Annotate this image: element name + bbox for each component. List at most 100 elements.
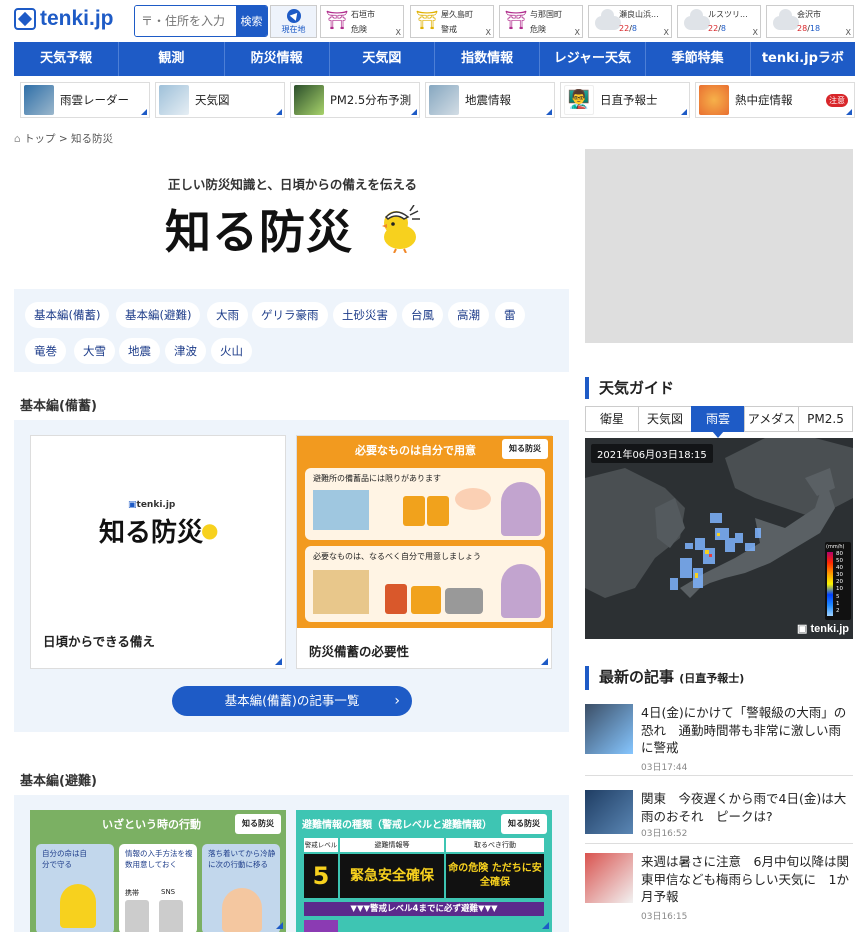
close-icon[interactable]: X [664,28,669,37]
close-icon[interactable]: X [846,28,851,37]
card-logo: 知る防災 [99,518,204,548]
close-icon[interactable]: X [396,28,401,37]
panel-info-sources: 情報の入手方法を複数用意しておく 携帯 SNS [119,844,197,932]
tab-rain-cloud[interactable]: 雨雲 [691,406,745,432]
article-date: 03日16:15 [641,912,688,922]
tag-heavy-snow[interactable]: 大雪 [74,338,115,364]
tag-volcano[interactable]: 火山 [211,338,252,364]
rain-radar-map[interactable]: 2021年06月03日18:15 (mm/h) 80 50 40 30 20 10 5 1 2 … [585,438,853,639]
subnav-weather-map[interactable]: 天気図 [155,82,285,118]
tab-weather-map[interactable]: 天気図 [638,406,692,432]
nav-season[interactable]: 季節特集 [646,42,751,76]
tag-storm-surge[interactable]: 高潮 [448,302,489,328]
tag-thunder[interactable]: 雷 [495,302,525,328]
illustration-panel-2: 必要なものは、なるべく自分で用意しましょう [305,546,545,622]
logo-icon [14,8,36,30]
search-button[interactable]: 検索 [236,6,267,36]
article-thumbnail [585,704,633,754]
subnav-earthquake[interactable]: 地震情報 [425,82,555,118]
can-icon [427,496,449,526]
article-item-3[interactable]: 来週は暑さに注意 6月中旬以降は関東甲信なども梅雨らしい天気に 1か月予報 03… [585,853,853,925]
hero-subtitle: 正しい防災知識と、日頃からの備えを伝える [167,177,418,192]
card-caption: 日頃からできる備え [43,634,155,649]
nav-leisure[interactable]: レジャー天気 [540,42,646,76]
tag-heavy-rain[interactable]: 大雨 [207,302,248,328]
warning-icon: ⛩ [325,10,349,31]
tenki-logo[interactable]: tenki.jp [14,7,114,31]
alert-action: 命の危険 ただちに安全確保 [446,854,544,898]
caution-badge: 注意 [826,94,848,107]
warning-box-ishigaki[interactable]: ⛩ 石垣市 危険 X [320,5,404,38]
dentures-icon [455,488,491,510]
nav-disaster[interactable]: 防災情報 [225,42,330,76]
subnav-rain-radar[interactable]: 雨雲レーダー [20,82,150,118]
subnav-label: PM2.5分布予測 [330,93,412,107]
card-emergency-action[interactable]: いざという時の行動 知る防災 自分の命は自分で守る 情報の入手方法を複数用意して… [30,810,286,932]
current-location-button[interactable]: 現在地 [270,5,317,38]
subnav-label: 日直予報士 [600,93,658,107]
hero-title: 知る防災 [165,205,353,259]
level-4-marker [304,920,338,932]
tag-landslide[interactable]: 土砂災害 [333,302,397,328]
weather-box-3[interactable]: 会沢市 28/18 X [766,5,854,38]
tag-typhoon[interactable]: 台風 [402,302,443,328]
alert-level: 5 [304,854,338,898]
address-search-input[interactable] [135,6,236,36]
location-arrow-icon [286,9,301,23]
tag-guerrilla-rain[interactable]: ゲリラ豪雨 [252,302,328,328]
alert-info: 緊急安全確保 [340,854,444,898]
close-icon[interactable]: X [486,28,491,37]
tag-earthquake[interactable]: 地震 [119,338,160,364]
tag-tornado[interactable]: 竜巻 [25,338,66,364]
close-icon[interactable]: X [575,28,580,37]
weather-place: 会沢市 [797,10,821,19]
article-item-1[interactable]: 4日(金)にかけて「警報級の大雨」の恐れ 通勤時間帯も非常に激しい雨に警戒 03… [585,704,853,776]
card-daily-preparation[interactable]: ▣tenki.jp 知る防災 ● 日頃からできる備え [30,435,286,669]
tab-amedas[interactable]: アメダス [744,406,799,432]
close-icon[interactable]: X [753,28,758,37]
tag-evacuation[interactable]: 基本編(避難) [116,302,201,328]
breadcrumb-home[interactable]: トップ [24,133,56,145]
warning-box-yonaguni[interactable]: ⛩ 与那国町 危険 X [499,5,583,38]
nav-observation[interactable]: 観測 [119,42,225,76]
subnav-forecaster[interactable]: 👨‍🏫 日直予報士 [560,82,690,118]
weather-box-1[interactable]: 瀬良山浜... 22/8 X [588,5,672,38]
tab-satellite[interactable]: 衛星 [585,406,639,432]
subnav-label: 地震情報 [465,93,511,107]
weather-box-2[interactable]: ルスツリ... 22/8 X [677,5,761,38]
card-evacuation-levels[interactable]: 避難情報の種類（警戒レベルと避難情報） 知る防災 警戒レベル 避難情報等 取るべ… [296,810,552,932]
warning-box-yakushima[interactable]: ⛩ 屋久島町 警戒 X [410,5,494,38]
tag-stockpile[interactable]: 基本編(備蓄) [25,302,110,328]
active-tab-pointer [712,431,724,438]
supply-icon [385,584,407,614]
article-item-2[interactable]: 関東 今夜遅くから雨で4日(金)は大雨のおそれ ピークは? 03日16:52 [585,790,853,844]
subnav-heatstroke[interactable]: 熱中症情報 注意 [695,82,855,118]
nav-lab[interactable]: tenki.jpラボ [751,42,855,76]
weather-temps: 22/8 [619,24,637,33]
alert-strip: ▼▼▼警戒レベル4までに必ず避難▼▼▼ [304,902,544,916]
subnav-pm25[interactable]: PM2.5分布予測 [290,82,420,118]
nav-weather-map[interactable]: 天気図 [330,42,435,76]
nav-index[interactable]: 指数情報 [435,42,541,76]
card-stockpile-necessity[interactable]: 必要なものは自分で用意 知る防災 避難所の備蓄品には限りがあります 必要なものは… [296,435,553,669]
nav-forecast[interactable]: 天気予報 [14,42,120,76]
tag-tsunami[interactable]: 津波 [165,338,206,364]
card-logo: 知る防災 [501,814,547,834]
tab-pm25[interactable]: PM2.5 [798,406,853,432]
panel-text-1: 避難所の備蓄品には限りがあります [313,474,441,483]
stockpile-article-list-button[interactable]: 基本編(備蓄)の記事一覧 › [172,686,412,716]
japan-map-graphic [585,438,853,598]
heatstroke-thumb-icon [699,85,729,115]
map-timestamp: 2021年06月03日18:15 [591,444,713,463]
panel-self-protect: 自分の命は自分で守る [36,844,114,932]
legend-values: 80 50 40 30 20 10 5 1 2 [836,551,843,614]
article-title: 来週は暑さに注意 6月中旬以降は関東甲信なども梅雨らしい天気に 1か月予報 [641,854,849,904]
chick-mini-icon: ● [201,518,219,542]
weather-guide-heading: 天気ガイド [585,377,674,399]
card-banner: いざという時の行動 [102,818,201,831]
table-header: 取るべき行動 [446,838,544,852]
button-label: 基本編(備蓄)の記事一覧 [224,693,360,708]
section-evacuation-heading: 基本編(避難) [14,770,569,797]
phone-icon [125,900,149,932]
search-box: 検索 [134,5,268,37]
